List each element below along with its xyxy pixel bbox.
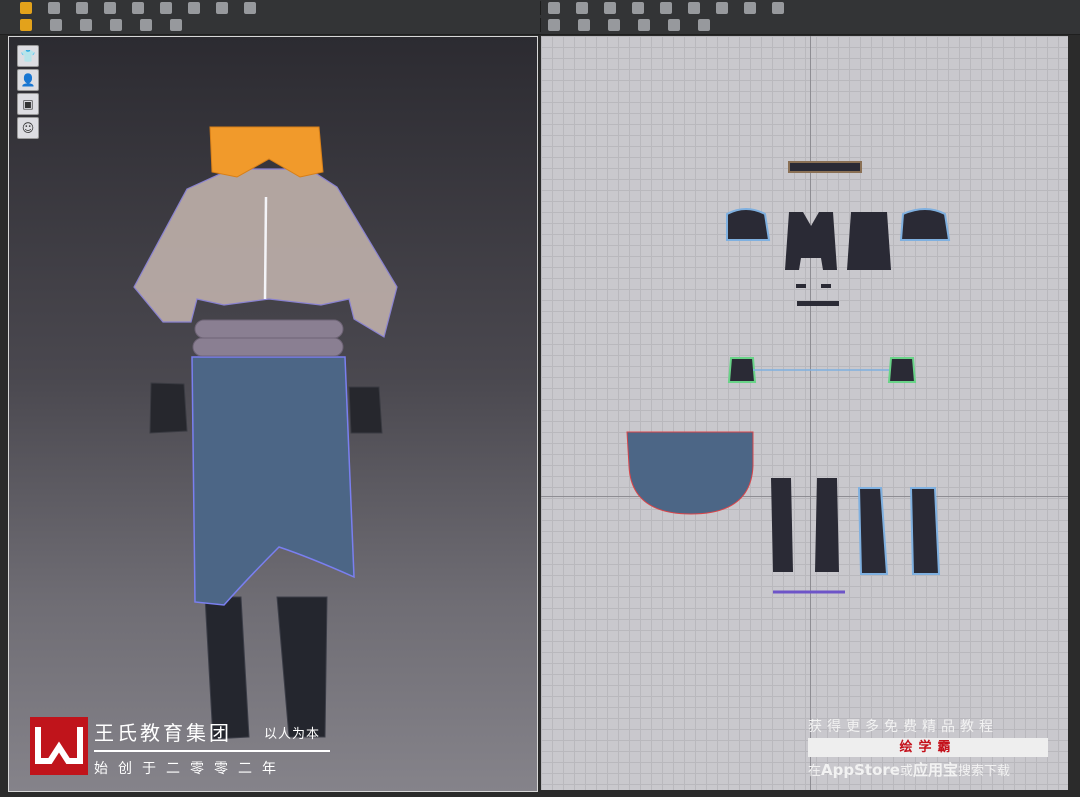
promo-yyb: 应用宝: [912, 761, 958, 779]
promo-store: AppStore: [821, 761, 900, 779]
arrange-icon[interactable]: [698, 19, 710, 31]
3d-garment-viewport[interactable]: 👕 👤 ▣ ☺: [8, 36, 538, 792]
texture-icon[interactable]: [638, 19, 650, 31]
button-icon[interactable]: [548, 19, 560, 31]
pattern-pieces: [626, 161, 951, 594]
garment-3d-render: [133, 126, 398, 740]
notch-icon[interactable]: [716, 2, 728, 14]
select-icon[interactable]: [76, 2, 88, 14]
brand-since: 始创于二零零二年: [94, 761, 286, 777]
seam-icon[interactable]: [576, 2, 588, 14]
promo-post: 搜索下载: [957, 764, 1010, 779]
fabric-icon[interactable]: [170, 19, 182, 31]
promo-pre: 在: [808, 764, 822, 779]
promo-app-badge: 绘学霸: [808, 738, 1048, 757]
pant-piece-4: [909, 487, 941, 575]
promo-download-text: 在AppStore或应用宝搜索下载: [808, 759, 1010, 780]
topstitch-icon[interactable]: [608, 19, 620, 31]
trace-icon[interactable]: [244, 2, 256, 14]
sleeve-left-piece: [726, 208, 771, 241]
bodice-front-piece: [847, 212, 891, 270]
pant-piece-1: [771, 478, 793, 572]
toolbar-separator: [540, 1, 541, 15]
cuff-right-piece: [887, 357, 917, 383]
pant-piece-2: [815, 478, 839, 572]
brand-motto: 以人为本: [264, 727, 321, 742]
sleeve-right-piece: [899, 208, 951, 241]
tab-piece-1: [796, 284, 806, 288]
tab-piece-2: [821, 284, 831, 288]
2d-pattern-viewport[interactable]: [541, 36, 1068, 790]
brand-name: 王氏教育集团: [94, 721, 232, 745]
sewing-icon[interactable]: [160, 2, 172, 14]
collar-piece: [788, 161, 862, 173]
right-panel-edge: [1068, 36, 1080, 790]
move-icon[interactable]: [48, 2, 60, 14]
zipper-icon[interactable]: [578, 19, 590, 31]
fold-icon[interactable]: [188, 2, 200, 14]
company-logo: [30, 717, 88, 775]
skirt-piece: [626, 431, 754, 515]
arrow-icon[interactable]: [548, 2, 560, 14]
poly-icon[interactable]: [632, 2, 644, 14]
transform-icon[interactable]: [104, 2, 116, 14]
pin-icon[interactable]: [216, 2, 228, 14]
rect-icon[interactable]: [604, 2, 616, 14]
internal-icon[interactable]: [688, 2, 700, 14]
toolbar-separator: [540, 18, 541, 32]
edit-icon[interactable]: [132, 2, 144, 14]
cuff-left-piece: [727, 357, 757, 383]
toolbar-row-top: [0, 0, 1080, 16]
tack-icon[interactable]: [80, 19, 92, 31]
dart-icon[interactable]: [744, 2, 756, 14]
toolbar-row-bottom: [0, 17, 1080, 33]
avatar-icon[interactable]: [140, 19, 152, 31]
pant-piece-3: [857, 487, 889, 575]
promo-headline: 获得更多免费精品教程: [808, 719, 998, 735]
bodice-back-piece: [785, 212, 837, 270]
grading-icon[interactable]: [668, 19, 680, 31]
brand-divider: [94, 750, 330, 752]
layout-icon[interactable]: [772, 2, 784, 14]
pose-icon[interactable]: [50, 19, 62, 31]
main-toolbar: [0, 0, 1080, 35]
circle-icon[interactable]: [660, 2, 672, 14]
strap-piece: [797, 301, 839, 306]
pointer-icon[interactable]: [20, 2, 32, 14]
measure-icon[interactable]: [110, 19, 122, 31]
promo-mid: 或: [899, 764, 913, 779]
simulate-icon[interactable]: [20, 19, 32, 31]
